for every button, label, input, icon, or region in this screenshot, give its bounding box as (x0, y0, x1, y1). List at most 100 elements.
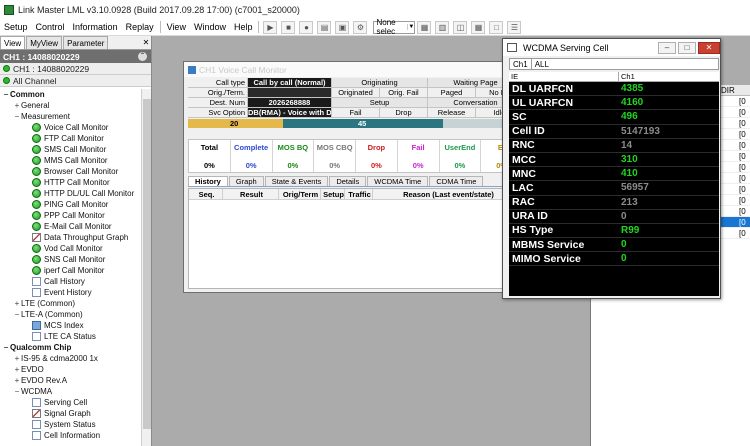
menu-information[interactable]: Information (69, 22, 122, 32)
tree-item[interactable]: + EVDO Rev.A (0, 375, 141, 386)
scrollbar-thumb[interactable] (143, 99, 151, 429)
tree-item[interactable]: Browser Call Monitor (0, 166, 141, 177)
collapse-icon[interactable]: − (2, 90, 10, 99)
tree-item[interactable]: SMS Call Monitor (0, 144, 141, 155)
list-icon[interactable]: ☰ (507, 20, 522, 34)
grid-icon[interactable]: ▦ (471, 20, 486, 34)
tab-myview[interactable]: MyView (26, 36, 63, 49)
tree-item[interactable]: − WCDMA (0, 386, 141, 397)
channel-row-all[interactable]: All Channel (0, 75, 151, 87)
tree-item[interactable]: Serving Cell (0, 397, 141, 408)
table-row[interactable]: LAC 56957 (509, 181, 719, 196)
tree-item[interactable]: HTTP DL/UL Call Monitor (0, 188, 141, 199)
history-column-header[interactable]: Orig/Term (279, 189, 321, 199)
tree-item[interactable]: Event History (0, 287, 141, 298)
tree-item[interactable]: Signal Graph (0, 408, 141, 419)
tree-item[interactable]: MCS Index (0, 320, 141, 331)
tree-item[interactable]: SNS Call Monitor (0, 254, 141, 265)
channel-filter-combo[interactable]: Ch1 ALL (509, 58, 719, 70)
channel-row-ch1[interactable]: CH1 : 14088020229 (0, 63, 151, 75)
menu-setup[interactable]: Setup (0, 22, 32, 32)
channel-header[interactable]: CH1 : 14088020229 ⌃ (0, 50, 151, 63)
wcdma-serving-cell-window[interactable]: WCDMA Serving Cell – □ ✕ Ch1 ALL IE Ch1 … (502, 38, 721, 299)
tab-history[interactable]: History (188, 176, 228, 186)
tree-item[interactable]: PPP Call Monitor (0, 210, 141, 221)
menu-replay[interactable]: Replay (122, 22, 158, 32)
history-column-header[interactable]: Result (223, 189, 279, 199)
device-combo[interactable]: None selec ▼ (373, 18, 416, 36)
tab-wcdma-time[interactable]: WCDMA Time (367, 176, 429, 186)
tree-item[interactable]: + LTE (Common) (0, 298, 141, 309)
tile-icon[interactable]: ▥ (435, 20, 450, 34)
tab-cdma-time[interactable]: CDMA Time (429, 176, 484, 186)
table-row[interactable]: UL UARFCN 4160 (509, 96, 719, 111)
table-row[interactable]: MBMS Service 0 (509, 238, 719, 253)
history-column-header[interactable]: Seq. (189, 189, 223, 199)
wcdma-serving-cell-titlebar[interactable]: WCDMA Serving Cell – □ ✕ (503, 39, 720, 56)
table-row[interactable]: DL UARFCN 4385 (509, 82, 719, 97)
tree-item[interactable]: − LTE-A (Common) (0, 309, 141, 320)
maximize-icon[interactable]: □ (678, 41, 696, 54)
tree-item[interactable]: Voice Call Monitor (0, 122, 141, 133)
collapse-icon[interactable]: − (13, 387, 21, 396)
voice-call-monitor-titlebar[interactable]: CH1 Voice Call Monitor (184, 62, 528, 77)
expand-icon[interactable]: + (13, 365, 21, 374)
tree-item[interactable]: Call History (0, 276, 141, 287)
voice-call-monitor-window[interactable]: CH1 Voice Call Monitor Call type Call by… (183, 61, 529, 293)
tree-item[interactable]: MMS Call Monitor (0, 155, 141, 166)
table-row[interactable]: MCC 310 (509, 153, 719, 168)
tab-parameter[interactable]: Parameter (63, 36, 109, 49)
table-row[interactable]: MIMO Service 0 (509, 252, 719, 267)
settings-icon[interactable]: ⚙ (353, 20, 368, 34)
collapse-icon[interactable]: ⌃ (138, 52, 147, 61)
save-icon[interactable]: ▣ (335, 20, 350, 34)
minimize-icon[interactable]: – (658, 41, 676, 54)
table-row[interactable]: Cell ID 5147193 (509, 125, 719, 139)
expand-icon[interactable]: + (13, 354, 21, 363)
expand-icon[interactable]: + (13, 376, 21, 385)
cascade-icon[interactable]: ◫ (453, 20, 468, 34)
window-icon[interactable]: □ (489, 20, 504, 34)
history-column-header[interactable]: Setup (321, 189, 345, 199)
table-row[interactable]: URA ID 0 (509, 210, 719, 224)
stop-icon[interactable]: ■ (281, 20, 296, 34)
tree-item[interactable]: Cell Information (0, 430, 141, 441)
tree-item[interactable]: E-Mail Call Monitor (0, 221, 141, 232)
menu-window[interactable]: Window (190, 22, 230, 32)
tree-scrollbar[interactable] (141, 89, 151, 446)
tab-state-events[interactable]: State & Events (264, 176, 329, 186)
expand-icon[interactable]: + (13, 299, 21, 308)
table-row[interactable]: SC 496 (509, 110, 719, 125)
history-column-header[interactable]: Traffic (345, 189, 373, 199)
collapse-icon[interactable]: − (2, 343, 10, 352)
close-icon[interactable]: ✕ (141, 36, 151, 49)
tree-item[interactable]: − Qualcomm Chip (0, 342, 141, 353)
close-icon[interactable]: ✕ (698, 41, 720, 54)
folder-icon[interactable]: ▤ (317, 20, 332, 34)
tab-graph[interactable]: Graph (228, 176, 264, 186)
collapse-icon[interactable]: − (13, 112, 21, 121)
tab-view[interactable]: View (0, 36, 26, 49)
menu-control[interactable]: Control (32, 22, 69, 32)
tree-item[interactable]: Vod Call Monitor (0, 243, 141, 254)
tree-item[interactable]: System Status (0, 419, 141, 430)
tree-item[interactable]: PING Call Monitor (0, 199, 141, 210)
history-column-header[interactable]: Reason (Last event/state) (373, 189, 523, 199)
tree-item[interactable]: iperf Call Monitor (0, 265, 141, 276)
tree-item[interactable]: + EVDO (0, 364, 141, 375)
table-row[interactable]: HS Type R99 (509, 224, 719, 239)
table-row[interactable]: RNC 14 (509, 139, 719, 153)
layout-icon[interactable]: ▦ (417, 20, 432, 34)
menu-view[interactable]: View (163, 22, 190, 32)
tree-item[interactable]: + IS-95 & cdma2000 1x (0, 353, 141, 364)
connect-icon[interactable]: ▶ (263, 20, 278, 34)
tree-item[interactable]: Data Throughput Graph (0, 232, 141, 243)
tab-details[interactable]: Details (329, 176, 367, 186)
expand-icon[interactable]: + (13, 101, 21, 110)
tree-item[interactable]: HTTP Call Monitor (0, 177, 141, 188)
table-row[interactable]: MNC 410 (509, 167, 719, 182)
table-row[interactable]: RAC 213 (509, 196, 719, 210)
tree-item[interactable]: FTP Call Monitor (0, 133, 141, 144)
tree-item[interactable]: + General (0, 100, 141, 111)
tree-item[interactable]: − Common (0, 89, 141, 100)
